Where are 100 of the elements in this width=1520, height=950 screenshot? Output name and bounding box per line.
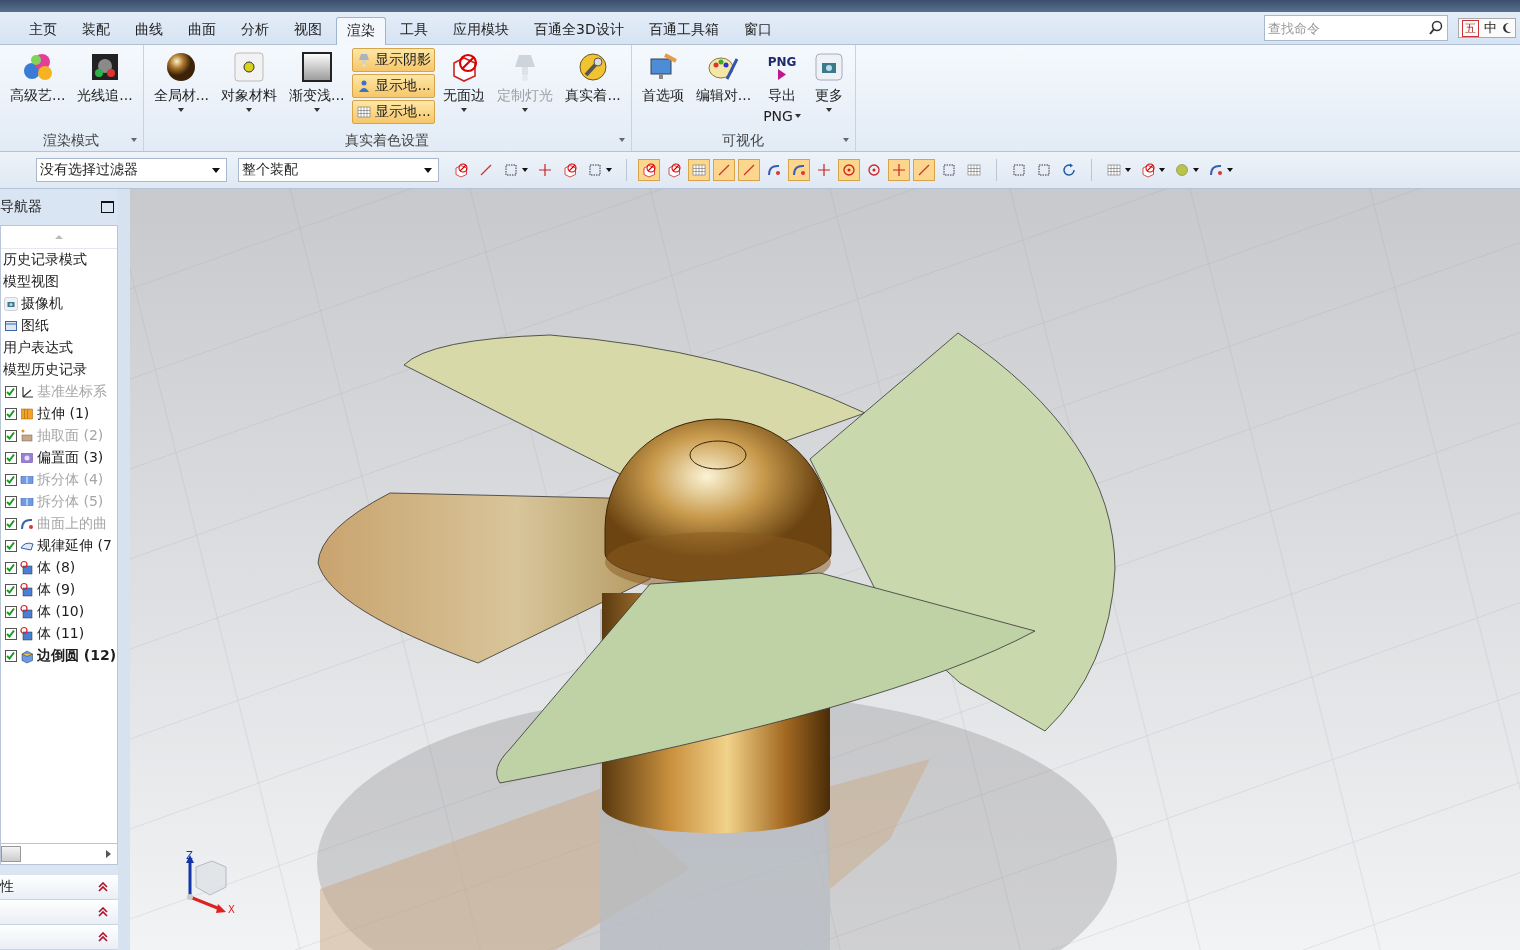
ribbon-tab[interactable]: 曲面: [177, 16, 227, 44]
sphere-icon: [165, 51, 198, 83]
feature-item[interactable]: 体 (10): [37, 603, 85, 621]
feature-item[interactable]: 规律延伸 (7: [37, 537, 112, 555]
caret-icon: [522, 168, 528, 172]
checkbox[interactable]: [5, 562, 17, 574]
group-label: 真实着色设置: [345, 132, 430, 150]
ribbon-button[interactable]: 首选项: [637, 48, 688, 131]
block-icon: [19, 406, 35, 422]
gradient-square-icon: [300, 51, 333, 83]
toggle-button[interactable]: 显示地...: [352, 74, 436, 98]
ribbon-button[interactable]: PNG 导出 PNG: [759, 48, 805, 131]
ribbon-button[interactable]: 对象材料: [217, 48, 282, 131]
tree-node[interactable]: 模型视图: [3, 273, 59, 291]
panel-title: 性: [0, 878, 14, 896]
ribbon-button[interactable]: 更多: [808, 48, 849, 131]
ribbon-tab[interactable]: 装配: [71, 16, 121, 44]
ribbon-button[interactable]: 全局材...: [149, 48, 214, 131]
line-icon: [478, 162, 494, 178]
caret-icon: [606, 168, 612, 172]
ime-mode[interactable]: 中: [1482, 19, 1499, 37]
tree-node[interactable]: 用户表达式: [3, 339, 73, 357]
circle-icon: [866, 162, 882, 178]
search-field[interactable]: 查找命令: [1264, 15, 1448, 41]
line-icon: [716, 162, 732, 178]
caret-icon: [313, 108, 320, 112]
toggle-button[interactable]: 显示阴影: [352, 48, 436, 72]
wrench-icon: [577, 51, 610, 83]
triangle-icon: [778, 68, 787, 80]
feature-item[interactable]: 拉伸 (1): [37, 405, 90, 423]
maximize-icon[interactable]: [101, 201, 114, 213]
scrollbar[interactable]: [0, 844, 118, 865]
checkbox[interactable]: [5, 452, 17, 464]
checkbox[interactable]: [5, 650, 17, 662]
camera-icon: [812, 51, 845, 83]
ribbon-tab[interactable]: 应用模块: [442, 16, 520, 44]
feature-item[interactable]: 边倒圆 (12): [37, 647, 117, 665]
line-icon: [741, 162, 757, 178]
tree-node[interactable]: 摄像机: [21, 295, 63, 313]
caret-icon: [1227, 168, 1233, 172]
tree-node[interactable]: 图纸: [21, 317, 49, 335]
crossed-cube-icon: [453, 162, 469, 178]
circle-tool[interactable]: [838, 159, 860, 181]
crossed-cube-icon: [1140, 162, 1156, 178]
filter-dropdown[interactable]: 没有选择过滤器: [36, 158, 227, 182]
feature-item[interactable]: 体 (8): [37, 559, 76, 577]
ribbon-tab[interactable]: 百通全3D设计: [523, 16, 635, 44]
panel-header[interactable]: 性: [0, 875, 118, 900]
curve-icon: [766, 162, 782, 178]
ribbon-tab[interactable]: 工具: [389, 16, 439, 44]
curve-tool[interactable]: [788, 159, 810, 181]
grid-tool[interactable]: [688, 159, 710, 181]
spheres-icon: [21, 51, 54, 83]
feature-item[interactable]: 体 (11): [37, 625, 85, 643]
crossed-cube-tool[interactable]: [638, 159, 660, 181]
ribbon-tab[interactable]: 分析: [230, 16, 280, 44]
body-icon: [19, 626, 35, 642]
ribbon-button[interactable]: 光线追...: [73, 48, 137, 131]
cube-icon: [19, 648, 35, 664]
curve-icon: [1208, 162, 1224, 178]
ribbon-tab[interactable]: 窗口: [732, 16, 783, 44]
toggle-button[interactable]: 显示地...: [352, 100, 436, 124]
ribbon-tab[interactable]: 主页: [18, 16, 68, 44]
ime-mode[interactable]: 五: [1462, 19, 1479, 37]
checkbox[interactable]: [5, 628, 17, 640]
checkbox[interactable]: [5, 584, 17, 596]
feature-item[interactable]: 偏置面 (3): [37, 449, 104, 467]
checkbox[interactable]: [5, 408, 17, 420]
ribbon-tab[interactable]: 百通工具箱: [637, 16, 730, 44]
caret-icon: [246, 108, 253, 112]
ribbon-button[interactable]: 真实着...: [561, 48, 625, 131]
ribbon-button[interactable]: 渐变浅...: [285, 48, 349, 131]
crosshair-icon: [537, 162, 553, 178]
grid-icon: [356, 104, 373, 120]
expand-icon[interactable]: [130, 138, 137, 142]
ribbon-button[interactable]: 高级艺...: [6, 48, 70, 131]
camera-icon: [3, 296, 19, 312]
ribbon-button[interactable]: 无面边: [439, 48, 490, 131]
body-icon: [19, 604, 35, 620]
caret-icon: [794, 114, 801, 118]
group-label: 渲染模式: [43, 132, 100, 150]
curve-icon: [791, 162, 807, 178]
checkbox[interactable]: [5, 606, 17, 618]
tree-node[interactable]: 模型历史记录: [3, 361, 87, 379]
grid-icon: [1106, 162, 1122, 178]
ribbon-tab[interactable]: 渲染: [336, 17, 386, 45]
ribbon-tab[interactable]: 曲线: [124, 16, 174, 44]
ribbon-tab[interactable]: 视图: [283, 16, 333, 44]
checkbox[interactable]: [5, 540, 17, 552]
axes-icon: [19, 384, 35, 400]
dashed-box-icon: [941, 162, 957, 178]
tree-node[interactable]: 历史记录模式: [3, 251, 87, 269]
scope-dropdown[interactable]: 整个装配: [238, 158, 439, 182]
dashed-box-icon: [1011, 162, 1027, 178]
ribbon-button[interactable]: 编辑对...: [691, 48, 756, 131]
expand-icon[interactable]: [618, 138, 625, 142]
expand-icon[interactable]: [842, 138, 849, 142]
search-icon: [1428, 20, 1444, 36]
png-label: PNG: [767, 54, 797, 69]
feature-item[interactable]: 体 (9): [37, 581, 76, 599]
